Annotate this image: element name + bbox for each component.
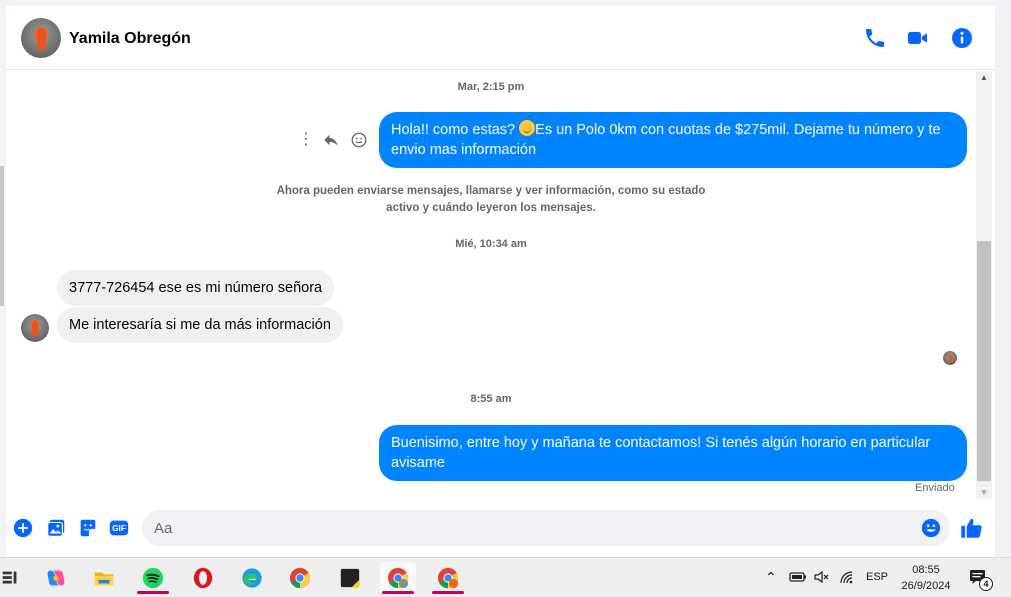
like-thumbs-up-icon[interactable] — [958, 515, 984, 541]
language-indicator[interactable]: ESP — [866, 571, 890, 597]
edge-icon[interactable] — [234, 562, 270, 594]
contact-avatar[interactable] — [21, 18, 61, 58]
message-composer: GIF — [6, 500, 995, 557]
chrome-profile-2-icon[interactable] — [430, 562, 466, 594]
timestamp: 8:55 am — [470, 393, 512, 405]
phone-call-icon[interactable] — [863, 26, 887, 50]
notifications-icon[interactable]: 4 — [969, 568, 995, 592]
sent-status: Enviado — [915, 482, 955, 494]
add-icon[interactable] — [12, 517, 34, 539]
react-emoji-icon[interactable] — [350, 129, 368, 154]
wifi-icon[interactable] — [839, 570, 857, 597]
file-explorer-icon[interactable] — [86, 562, 122, 594]
sticker-icon[interactable] — [77, 517, 99, 539]
sticky-notes-icon[interactable] — [332, 562, 368, 594]
incoming-message[interactable]: 3777-726454 ese es mi número señora — [57, 270, 335, 306]
opera-icon[interactable] — [185, 562, 221, 594]
spotify-icon[interactable] — [135, 562, 171, 594]
scrollbar[interactable]: ▲ ▼ — [976, 71, 992, 499]
message-text: Hola!! como estas? — [391, 122, 520, 138]
message-actions: ⋮ — [296, 129, 368, 151]
sender-avatar[interactable] — [21, 314, 49, 342]
outgoing-message[interactable]: Hola!! como estas? Es un Polo 0km con cu… — [379, 112, 967, 168]
chat-header: Yamila Obregón — [6, 6, 995, 70]
show-hidden-icons-chevron-icon[interactable]: ⌃ — [765, 569, 785, 597]
video-call-icon[interactable] — [906, 26, 930, 50]
window-right-frame — [995, 0, 1011, 557]
clock-time: 08:55 — [912, 564, 940, 576]
info-icon[interactable] — [950, 26, 974, 50]
speaker-muted-icon[interactable] — [813, 570, 831, 597]
smiling-emoji-icon — [519, 120, 536, 136]
chrome-profile-1-icon[interactable] — [380, 562, 416, 594]
connection-notice: Ahora pueden enviarse mensajes, llamarse… — [276, 183, 706, 217]
copilot-icon[interactable] — [38, 562, 74, 594]
notice-line: activo y cuándo leyeron los mensajes. — [386, 202, 596, 214]
incoming-message[interactable]: Me interesaría si me da más información — [57, 307, 343, 343]
outgoing-message[interactable]: Buenisimo, entre hoy y mañana te contact… — [379, 425, 967, 481]
running-indicator — [432, 591, 464, 594]
running-indicator — [137, 591, 169, 594]
running-indicator — [382, 591, 414, 594]
read-receipt-avatar — [943, 351, 957, 365]
emoji-picker-icon[interactable] — [920, 517, 942, 539]
notification-count-badge: 4 — [979, 577, 993, 591]
reply-icon[interactable] — [322, 129, 340, 154]
gif-icon[interactable]: GIF — [108, 517, 130, 539]
notice-line: Ahora pueden enviarse mensajes, llamarse… — [276, 185, 706, 197]
message-input-box[interactable] — [142, 510, 950, 546]
chrome-icon[interactable] — [282, 562, 318, 594]
battery-icon[interactable] — [789, 570, 807, 597]
message-list[interactable]: Mar, 2:15 pm ⋮ Hola!! como estas? Es un … — [6, 71, 976, 499]
clock-date: 26/9/2024 — [901, 580, 951, 592]
photo-icon[interactable] — [45, 517, 67, 539]
scroll-up-arrow-icon[interactable]: ▲ — [976, 73, 992, 82]
windows-taskbar: ⌃ ESP 08:55 26/9/2024 4 — [0, 557, 1011, 597]
task-view-icon[interactable] — [0, 562, 28, 594]
scrollbar-thumb[interactable] — [977, 241, 991, 481]
message-input[interactable] — [154, 510, 914, 546]
timestamp: Mié, 10:34 am — [455, 238, 527, 250]
gif-label: GIF — [112, 524, 126, 533]
contact-name[interactable]: Yamila Obregón — [69, 30, 191, 48]
more-options-icon[interactable]: ⋮ — [298, 129, 314, 149]
system-clock[interactable]: 08:55 26/9/2024 — [893, 562, 959, 594]
timestamp: Mar, 2:15 pm — [457, 81, 525, 93]
scroll-down-arrow-icon[interactable]: ▼ — [976, 488, 992, 497]
left-scroll-indicator — [0, 166, 4, 306]
